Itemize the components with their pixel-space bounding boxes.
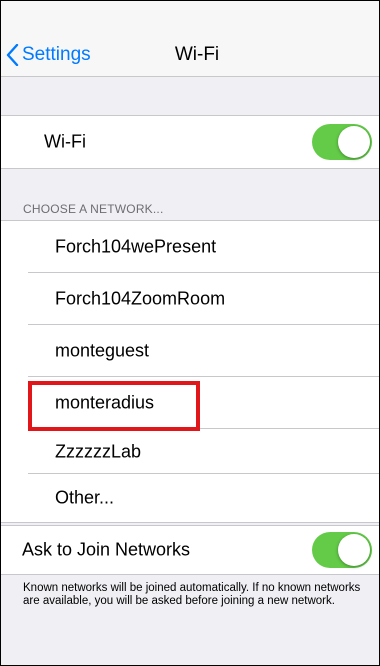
screen-border [0, 0, 380, 666]
